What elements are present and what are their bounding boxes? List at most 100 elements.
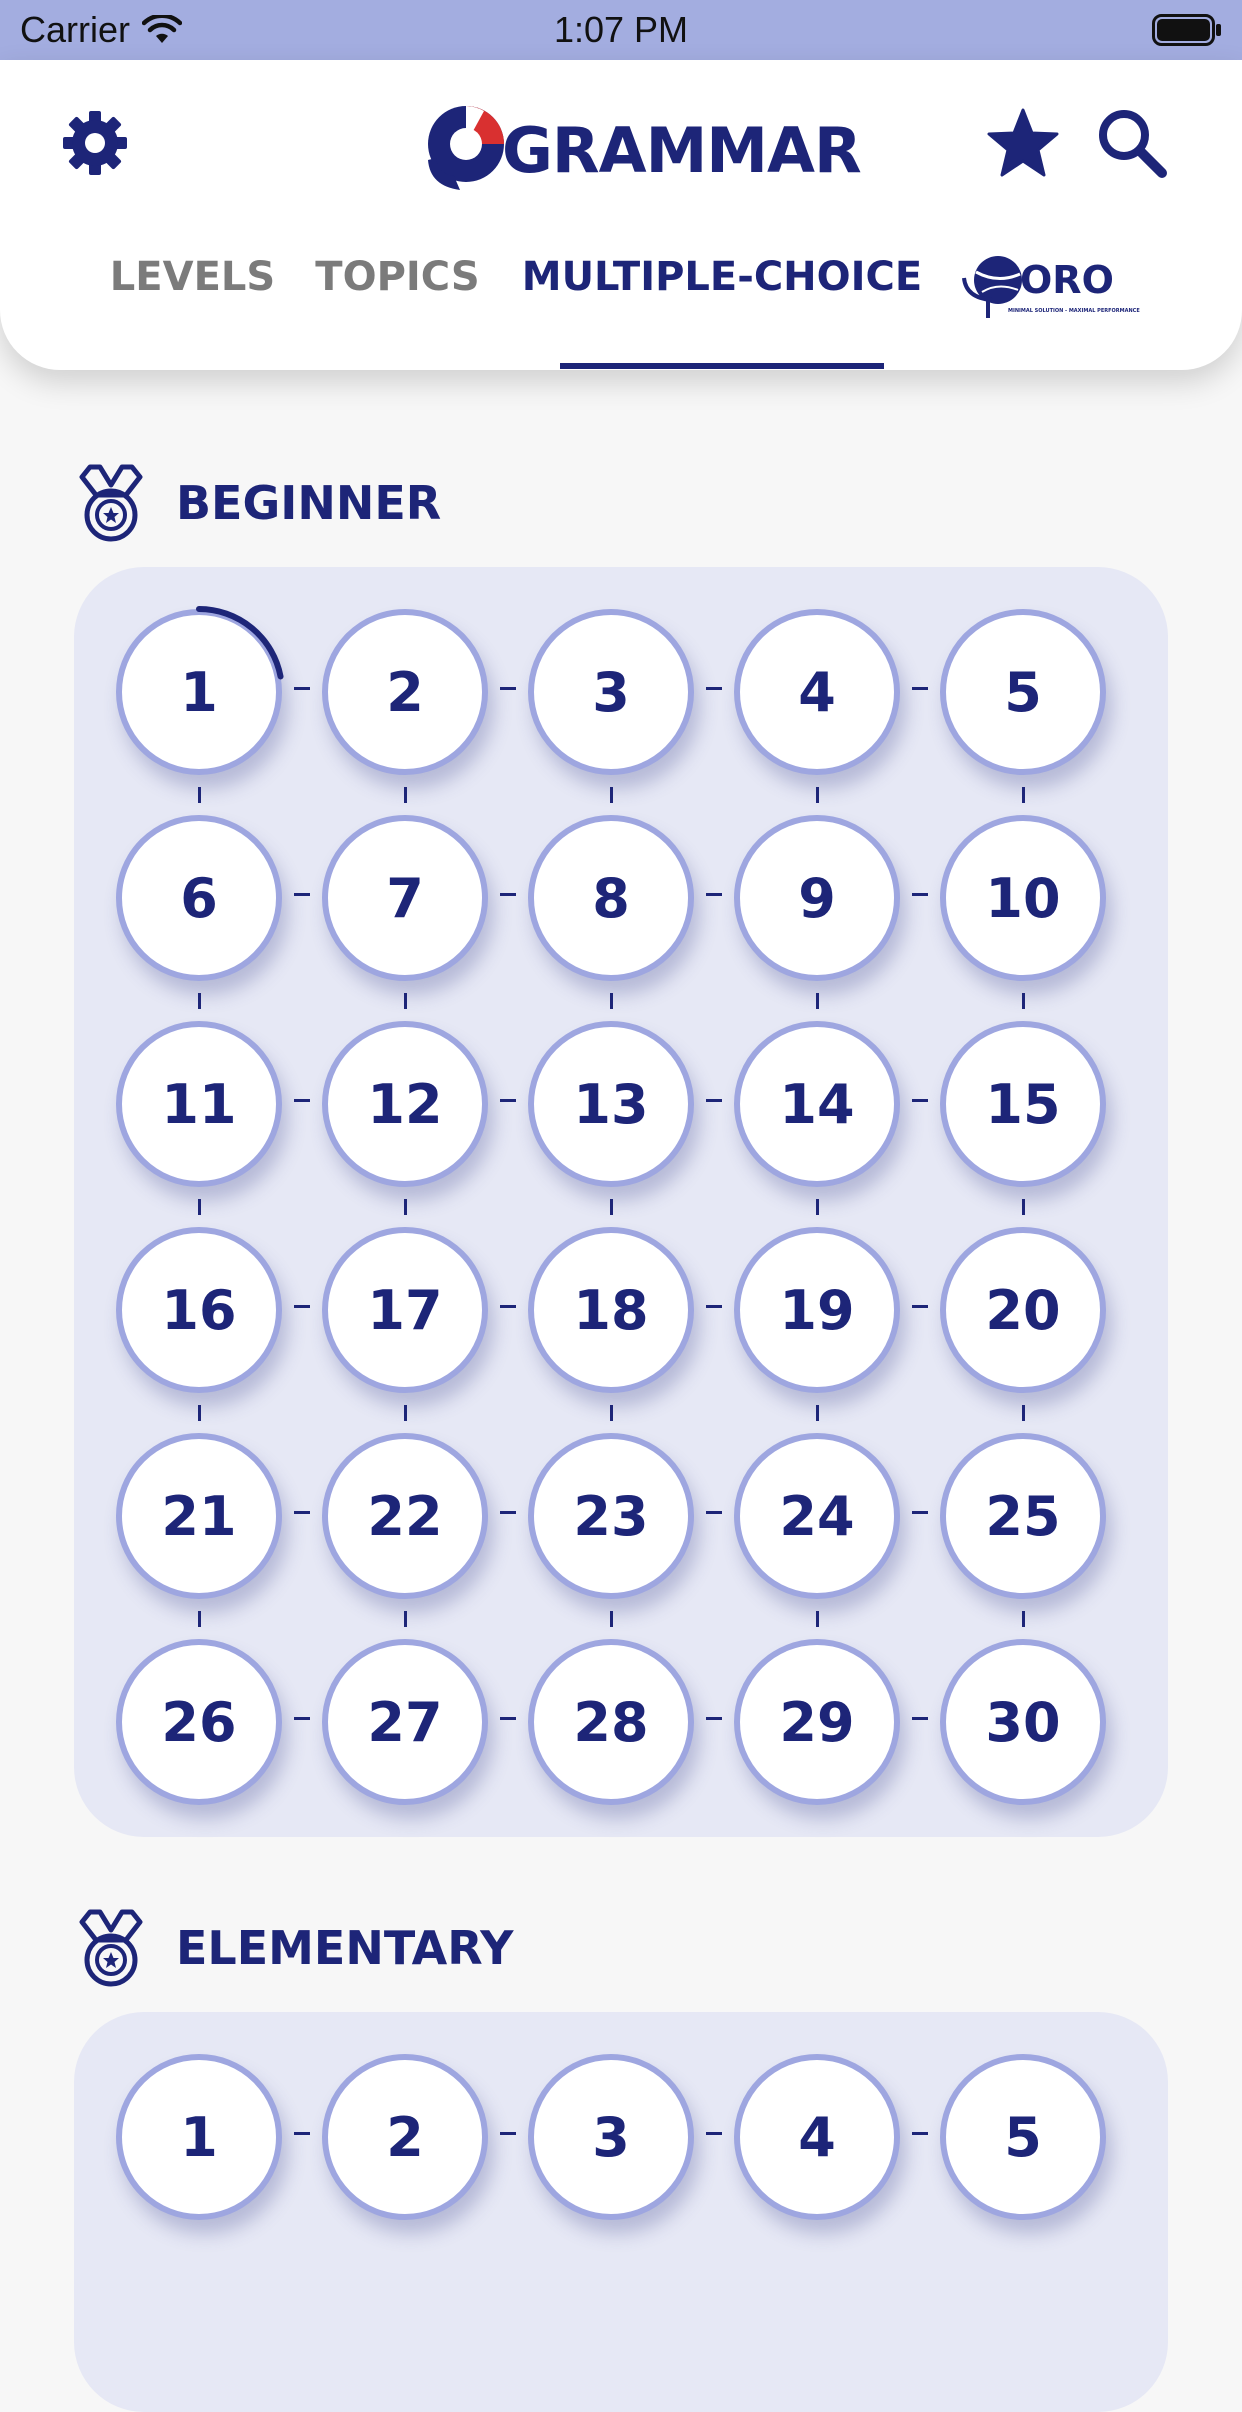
level-connector (706, 1099, 722, 1102)
level-button[interactable]: 24 (734, 1433, 900, 1599)
level-button[interactable]: 5 (940, 609, 1106, 775)
level-button[interactable]: 30 (940, 1639, 1106, 1805)
level-button[interactable]: 1 (116, 609, 282, 775)
level-number: 4 (798, 2105, 836, 2169)
tab-topics-label: TOPICS (315, 254, 480, 300)
tab-levels-label: LEVELS (109, 254, 276, 300)
level-number: 25 (985, 1484, 1061, 1548)
level-button[interactable]: 25 (940, 1433, 1106, 1599)
level-connector (404, 993, 407, 1009)
level-connector (198, 787, 201, 803)
level-number: 3 (592, 2105, 630, 2169)
globe-logo-icon (428, 106, 504, 190)
level-button[interactable]: 2 (322, 609, 488, 775)
level-number: 13 (573, 1072, 649, 1136)
level-connector (294, 1099, 310, 1102)
app-logo: GRAMMAR (420, 100, 862, 200)
level-connector (610, 993, 613, 1009)
level-number: 5 (1004, 2105, 1042, 2169)
level-connector (706, 1717, 722, 1720)
level-button[interactable]: 29 (734, 1639, 900, 1805)
level-button[interactable]: 4 (734, 2054, 900, 2220)
level-button[interactable]: 19 (734, 1227, 900, 1393)
level-button[interactable]: 3 (528, 2054, 694, 2220)
level-connector (198, 1611, 201, 1627)
level-connector (912, 1099, 928, 1102)
settings-button[interactable] (57, 105, 133, 181)
level-number: 23 (573, 1484, 649, 1548)
level-connector (198, 1199, 201, 1215)
level-number: 10 (985, 866, 1061, 930)
level-button[interactable]: 7 (322, 815, 488, 981)
level-button[interactable]: 28 (528, 1639, 694, 1805)
favorites-button[interactable] (985, 105, 1061, 181)
level-connector (912, 687, 928, 690)
level-number: 21 (161, 1484, 237, 1548)
level-button[interactable]: 20 (940, 1227, 1106, 1393)
tab-levels[interactable]: LEVELS (100, 190, 285, 300)
level-button[interactable]: 2 (322, 2054, 488, 2220)
level-connector (404, 1405, 407, 1421)
level-connector (500, 2132, 516, 2135)
level-number: 9 (798, 866, 836, 930)
level-button[interactable]: 26 (116, 1639, 282, 1805)
level-button[interactable]: 10 (940, 815, 1106, 981)
level-button[interactable]: 13 (528, 1021, 694, 1187)
oro-logo[interactable]: ORO MINIMAL SOLUTION - MAXIMAL PERFORMAN… (962, 252, 1140, 332)
level-connector (816, 1199, 819, 1215)
level-button[interactable]: 17 (322, 1227, 488, 1393)
level-button[interactable]: 6 (116, 815, 282, 981)
section-label: BEGINNER (176, 476, 442, 530)
level-button[interactable]: 8 (528, 815, 694, 981)
level-number: 11 (161, 1072, 237, 1136)
level-connector (816, 787, 819, 803)
level-number: 3 (592, 660, 630, 724)
level-number: 16 (161, 1278, 237, 1342)
level-number: 2 (386, 660, 424, 724)
level-connector (404, 1199, 407, 1215)
level-number: 14 (779, 1072, 855, 1136)
level-connector (610, 1611, 613, 1627)
level-button[interactable]: 18 (528, 1227, 694, 1393)
level-button[interactable]: 15 (940, 1021, 1106, 1187)
level-number: 1 (180, 2105, 218, 2169)
tab-topics[interactable]: TOPICS (305, 190, 490, 300)
level-connector (294, 687, 310, 690)
clock: 1:07 PM (553, 9, 689, 50)
level-connector (294, 893, 310, 896)
level-number: 7 (386, 866, 424, 930)
level-button[interactable]: 16 (116, 1227, 282, 1393)
level-number: 4 (798, 660, 836, 724)
level-button[interactable]: 14 (734, 1021, 900, 1187)
level-connector (816, 993, 819, 1009)
level-button[interactable]: 3 (528, 609, 694, 775)
level-connector (816, 1611, 819, 1627)
level-connector (706, 1305, 722, 1308)
tab-multiple-choice[interactable]: MULTIPLE-CHOICE (510, 190, 934, 300)
medal-icon (79, 1909, 143, 1987)
level-connector (912, 2132, 928, 2135)
level-button[interactable]: 9 (734, 815, 900, 981)
level-button[interactable]: 5 (940, 2054, 1106, 2220)
level-connector (404, 787, 407, 803)
level-connector (500, 687, 516, 690)
level-button[interactable]: 12 (322, 1021, 488, 1187)
level-button[interactable]: 1 (116, 2054, 282, 2220)
tab-multiple-choice-label: MULTIPLE-CHOICE (521, 254, 923, 300)
level-button[interactable]: 21 (116, 1433, 282, 1599)
level-button[interactable]: 23 (528, 1433, 694, 1599)
level-connector (816, 1405, 819, 1421)
level-connector (500, 893, 516, 896)
level-button[interactable]: 4 (734, 609, 900, 775)
level-button[interactable]: 11 (116, 1021, 282, 1187)
level-connector (610, 1405, 613, 1421)
level-button[interactable]: 22 (322, 1433, 488, 1599)
level-number: 5 (1004, 660, 1042, 724)
level-connector (706, 687, 722, 690)
level-number: 6 (180, 866, 218, 930)
level-connector (912, 1717, 928, 1720)
search-button[interactable] (1094, 105, 1170, 181)
level-number: 30 (985, 1690, 1061, 1754)
level-number: 18 (573, 1278, 649, 1342)
level-button[interactable]: 27 (322, 1639, 488, 1805)
